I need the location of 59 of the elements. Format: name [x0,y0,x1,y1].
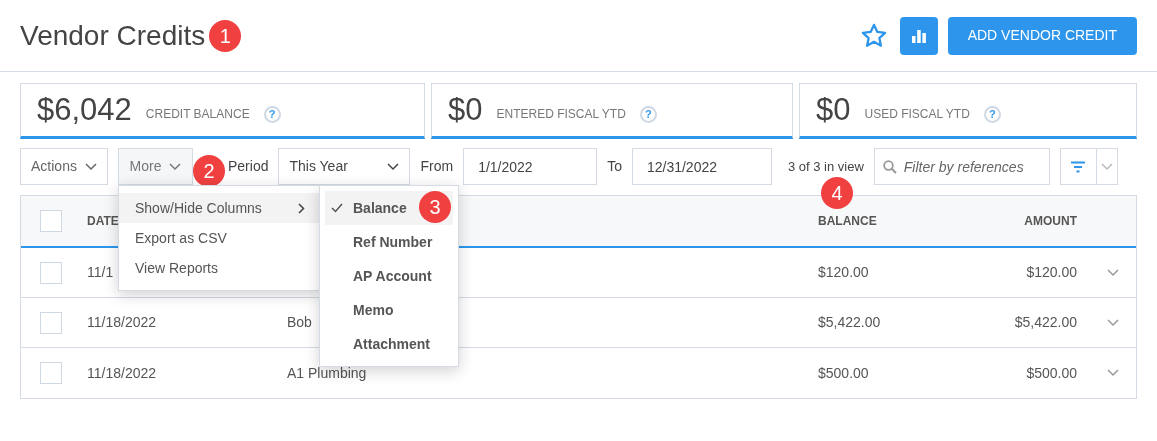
vendor-cell: Bob [287,314,312,330]
callout-badge: 1 [209,19,242,52]
stat-value: $6,042 [37,90,132,129]
amount-cell-text: $120.00 [1025,263,1078,282]
record-count: 3 of 3 in view [787,157,864,176]
column-toggle-item[interactable]: Attachment [325,327,453,361]
callout-badge: 4 [821,177,853,209]
date-cell: 11/18/2022 [87,314,157,330]
row-checkbox[interactable] [40,261,62,284]
page-title: Vendor Credits [20,18,206,53]
chart-button[interactable] [899,16,938,55]
to-date-field[interactable]: 12/31/2022 [631,148,772,185]
chevron-down-icon [1107,318,1119,327]
column-toggle-item[interactable]: Ref Number [325,225,453,259]
chevron-down-icon [169,162,182,171]
column-header: AMOUNT [1023,213,1078,230]
amount-cell-text: $500.00 [1025,363,1078,383]
chevron-down-icon [1107,268,1119,277]
column-header: BALANCE [817,213,878,230]
checkmark-icon [331,203,343,213]
search-field[interactable]: Filter by references [873,148,1050,185]
date-cell: 11/18/2022 [87,364,157,381]
search-icon [882,160,897,174]
vendor-cell: A1 Plumbing [287,364,367,381]
chevron-down-icon [1100,162,1113,171]
from-label: From [420,157,454,176]
chevron-right-icon [298,202,305,214]
period-label: Period [228,157,269,176]
to-label: To [607,157,622,176]
column-toggle-item[interactable]: Memo [325,293,453,327]
amount-cell-text: $5,422.00 [1013,313,1078,332]
filter-icon [1070,160,1087,173]
row-checkbox[interactable] [40,311,62,334]
menu-item[interactable]: Show/Hide Columns [119,193,319,223]
menu-item[interactable]: View Reports [119,253,319,283]
stat-label: CREDIT BALANCE [145,106,250,123]
callout-badge: 2 [193,154,225,187]
chevron-down-icon [84,162,97,171]
bar-chart-icon [910,28,927,43]
row-checkbox[interactable] [40,362,62,384]
stat-value: $0 [448,90,483,129]
star-icon[interactable] [859,21,888,50]
column-toggle-item[interactable]: AP Account [325,259,453,293]
actions-dropdown[interactable]: Actions [20,148,108,185]
date-cell: 11/1 [87,264,114,280]
more-dropdown[interactable]: More [118,148,193,185]
stat-label: USED FISCAL YTD [864,106,970,123]
from-date-field[interactable]: 1/1/2022 [463,148,598,185]
balance-cell-text: $5,422.00 [817,313,882,332]
chevron-down-icon [387,162,400,171]
balance-cell-text: $500.00 [817,363,870,383]
stat-value: $0 [816,90,851,129]
stat-label: ENTERED FISCAL YTD [496,106,626,123]
period-select[interactable]: This Year [278,148,411,185]
select-all-checkbox[interactable] [40,210,62,232]
chevron-down-icon [1107,369,1119,377]
column-header: DATE [86,213,120,230]
balance-cell-text: $120.00 [817,263,870,282]
menu-item[interactable]: Export as CSV [119,223,319,253]
